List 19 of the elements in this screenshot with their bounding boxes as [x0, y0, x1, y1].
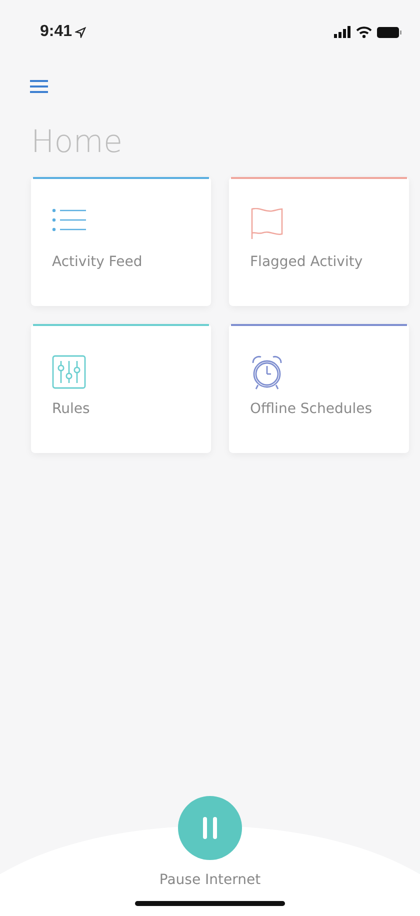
- tile-card[interactable]: Offline Schedules: [229, 324, 409, 453]
- status-time: 9:41: [40, 23, 72, 41]
- wifi-icon: [356, 26, 372, 38]
- battery-icon: [377, 26, 402, 38]
- page-title: Home: [31, 123, 124, 161]
- signal-icon: [334, 26, 351, 38]
- location-arrow-icon: [75, 26, 86, 38]
- menu-button[interactable]: [30, 80, 48, 93]
- pause-icon: [203, 817, 217, 839]
- pause-label: Pause Internet: [159, 872, 261, 888]
- tile-card[interactable]: Rules: [31, 324, 211, 453]
- tile-card[interactable]: Flagged Activity: [229, 177, 409, 306]
- sliders-icon: [52, 355, 88, 391]
- tile-label: Flagged Activity: [250, 254, 364, 270]
- tile-label: Rules: [52, 401, 91, 417]
- tile-label: Activity Feed: [52, 254, 144, 270]
- menu-icon: [30, 80, 48, 93]
- tile-label: Offline Schedules: [250, 401, 374, 417]
- tile-card[interactable]: Activity Feed: [31, 177, 211, 306]
